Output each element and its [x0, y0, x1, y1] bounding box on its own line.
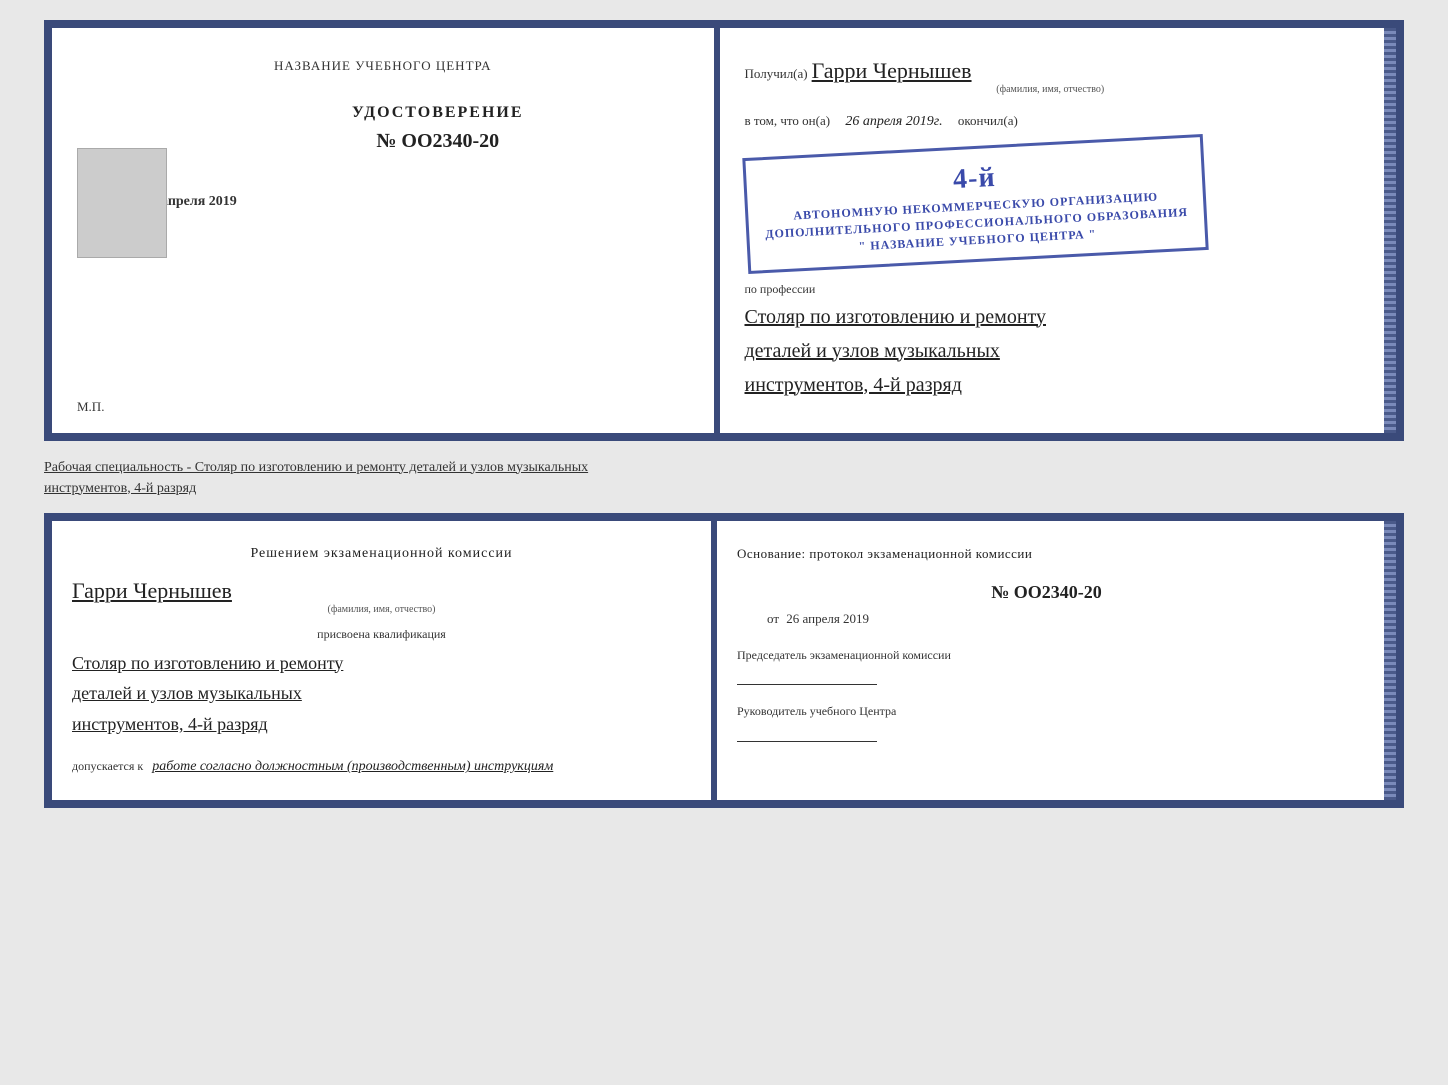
- right-decoration: [1384, 28, 1396, 433]
- between-text-start: Рабочая специальность - Столяр по изгото…: [44, 460, 588, 475]
- profession-line3: инструментов, 4-й разряд: [745, 369, 1357, 401]
- date-prefix: в том, что он(а): [745, 113, 831, 128]
- bottom-name-block: Гарри Чернышев (фамилия, имя, отчество): [72, 578, 691, 615]
- recipient-prefix: Получил(а): [745, 66, 808, 81]
- bottom-right-page: Основание: протокол экзаменационной коми…: [714, 513, 1404, 809]
- basis-title: Основание: протокол экзаменационной коми…: [737, 546, 1356, 562]
- recipient-block: Получил(а) Гарри Чернышев (фамилия, имя,…: [745, 58, 1357, 95]
- qualification-line3: инструментов, 4-й разряд: [72, 709, 691, 740]
- stamp-block: 4-й АВТОНОМНУЮ НЕКОММЕРЧЕСКУЮ ОРГАНИЗАЦИ…: [742, 134, 1209, 274]
- commission-title: Решением экзаменационной комиссии: [72, 546, 691, 562]
- date-value: 26 апреля 2019: [786, 611, 869, 626]
- profession-line2: деталей и узлов музыкальных: [745, 335, 1357, 367]
- cert-number: № OO2340-20: [187, 130, 689, 153]
- bottom-right-decoration: [1384, 521, 1396, 801]
- issued-line: Выдано 26 апреля 2019: [97, 193, 689, 210]
- bottom-name: Гарри Чернышев: [72, 578, 691, 604]
- profession-line1: Столяр по изготовлению и ремонту: [745, 301, 1357, 333]
- assigned-label: присвоена квалификация: [72, 627, 691, 642]
- admission-line: допускается к работе согласно должностны…: [72, 759, 691, 775]
- bottom-document: Решением экзаменационной комиссии Гарри …: [44, 513, 1404, 809]
- protocol-date: от 26 апреля 2019: [737, 611, 1356, 627]
- chairman-signature-line: [737, 667, 877, 685]
- bottom-left-page: Решением экзаменационной комиссии Гарри …: [44, 513, 714, 809]
- director-signature-line: [737, 724, 877, 742]
- mp-label: М.П.: [77, 399, 104, 415]
- date-block: в том, что он(а) 26 апреля 2019г. окончи…: [745, 113, 1357, 130]
- qualification-line2: деталей и узлов музыкальных: [72, 678, 691, 709]
- date-prefix: от: [767, 611, 779, 626]
- top-left-page: НАЗВАНИЕ УЧЕБНОГО ЦЕНТРА УДОСТОВЕРЕНИЕ №…: [44, 20, 717, 441]
- between-text: Рабочая специальность - Столяр по изгото…: [44, 453, 1404, 501]
- finished-label: окончил(а): [958, 113, 1018, 128]
- admission-text: работе согласно должностным (производств…: [152, 759, 553, 774]
- profession-label: по профессии: [745, 282, 1357, 297]
- center-name-label: НАЗВАНИЕ УЧЕБНОГО ЦЕНТРА: [77, 58, 689, 74]
- between-text-underlined: инструментов, 4-й разряд: [44, 481, 196, 496]
- qualification-line1: Столяр по изготовлению и ремонту: [72, 648, 691, 679]
- chairman-role: Председатель экзаменационной комиссии: [737, 647, 1356, 664]
- protocol-number: № OO2340-20: [737, 582, 1356, 603]
- admission-prefix: допускается к: [72, 759, 143, 773]
- recipient-name: Гарри Чернышев: [812, 58, 972, 83]
- recipient-sublabel: (фамилия, имя, отчество): [745, 84, 1357, 95]
- cert-title: УДОСТОВЕРЕНИЕ: [187, 104, 689, 122]
- director-role: Руководитель учебного Центра: [737, 703, 1356, 720]
- bottom-name-sublabel: (фамилия, имя, отчество): [72, 604, 691, 615]
- top-right-page: Получил(а) Гарри Чернышев (фамилия, имя,…: [717, 20, 1405, 441]
- top-document: НАЗВАНИЕ УЧЕБНОГО ЦЕНТРА УДОСТОВЕРЕНИЕ №…: [44, 20, 1404, 441]
- photo-placeholder: [77, 148, 167, 258]
- date-value: 26 апреля 2019г.: [845, 114, 942, 129]
